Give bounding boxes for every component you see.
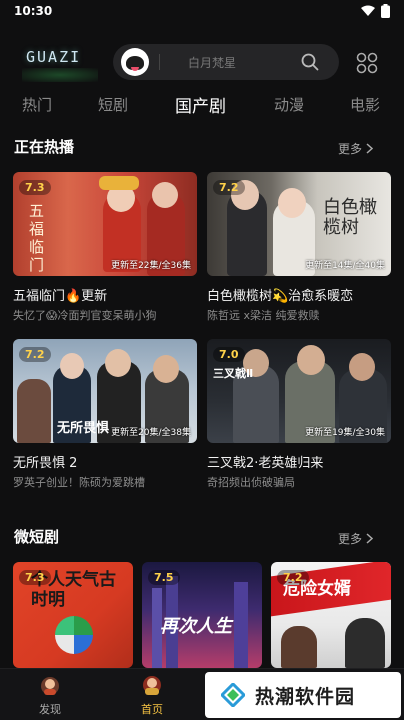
watermark-logo-icon <box>221 683 245 707</box>
discover-icon <box>41 677 59 695</box>
status-bar: 10:30 <box>0 0 404 22</box>
app-logo[interactable]: GUAZI <box>21 48 99 82</box>
nav-home[interactable]: 首页 <box>127 673 177 717</box>
watermark-badge: 热潮软件园 <box>205 672 401 718</box>
home-icon <box>143 676 161 695</box>
poster-title-art: 三叉戟Ⅱ <box>213 367 254 380</box>
card-subtitle: 陈哲远 x梁洁 纯爱救赎 <box>207 309 320 322</box>
card-subtitle: 失忆了😱冷面判官变呆萌小狗 <box>13 309 157 322</box>
micro-drama-card[interactable]: 再次人生 7.5 <box>142 562 262 668</box>
episode-progress: 更新至22集/全36集 <box>111 261 191 271</box>
tab-domestic-drama[interactable]: 国产剧 <box>175 92 226 117</box>
tab-anime[interactable]: 动漫 <box>274 94 304 115</box>
search-icon[interactable] <box>301 53 319 71</box>
watermark-text: 热潮软件园 <box>255 685 356 708</box>
drama-card[interactable]: 五福临门 7.3 更新至22集/全36集 五福临门🔥更新 失忆了😱冷面判官变呆萌… <box>13 172 197 323</box>
rating-badge: 7.2 <box>19 347 51 362</box>
tab-movie[interactable]: 电影 <box>350 94 380 115</box>
rating-badge: 7.0 <box>213 347 245 362</box>
card-title[interactable]: 五福临门🔥更新 <box>13 285 197 304</box>
card-title[interactable]: 白色橄榄树💫治愈系暖恋 <box>207 285 391 304</box>
category-grid-icon[interactable] <box>356 52 378 74</box>
more-micro-button[interactable]: 更多 <box>338 530 374 547</box>
section-title-micro: 微短剧 <box>14 528 60 546</box>
nav-label: 发现 <box>39 703 61 716</box>
search-placeholder[interactable]: 白月梵星 <box>188 54 301 71</box>
rating-badge: 7.3 <box>19 180 51 195</box>
chevron-right-icon <box>366 143 374 154</box>
poster-title-art: 无所畏惧 <box>57 421 110 436</box>
card-subtitle: 罗英子创业！陈硕为爱跳槽 <box>13 476 145 489</box>
mascot-icon <box>121 48 149 76</box>
episode-progress: 更新至14集/全40集 <box>305 261 385 271</box>
episode-progress: 更新至20集/全38集 <box>111 428 191 438</box>
section-title-hot: 正在热播 <box>14 138 75 156</box>
micro-drama-card[interactable]: 个人天气古时明 7.3 <box>13 562 133 668</box>
search-bar[interactable]: 白月梵星 <box>113 44 339 80</box>
search-divider <box>159 54 160 70</box>
episode-progress: 更新至19集/全30集 <box>305 428 385 438</box>
battery-icon <box>381 4 390 18</box>
more-hot-button[interactable]: 更多 <box>338 140 374 157</box>
rating-badge: 7.2 <box>277 570 309 585</box>
poster-title-art: 再次人生 <box>160 616 232 637</box>
drama-card[interactable]: 无所畏惧 7.2 更新至20集/全38集 无所畏惧 2 罗英子创业！陈硕为爱跳槽 <box>13 339 197 490</box>
rating-badge: 7.5 <box>148 570 180 585</box>
card-title[interactable]: 三叉戟2·老英雄归来 <box>207 452 391 471</box>
card-subtitle: 奇招频出侦破骗局 <box>207 476 295 489</box>
nav-label: 首页 <box>141 703 163 716</box>
micro-drama-card[interactable]: 危险女婿 7.2 <box>271 562 391 668</box>
wifi-icon <box>361 5 375 16</box>
poster-thumbnail[interactable]: 无所畏惧 7.2 更新至20集/全38集 <box>13 339 197 443</box>
drama-card[interactable]: 三叉戟Ⅱ 7.0 更新至19集/全30集 三叉戟2·老英雄归来 奇招频出侦破骗局 <box>207 339 391 490</box>
tab-short[interactable]: 短剧 <box>98 94 128 115</box>
rating-badge: 7.3 <box>19 570 51 585</box>
status-icons <box>361 4 390 18</box>
chevron-right-icon <box>366 533 374 544</box>
card-title[interactable]: 无所畏惧 2 <box>13 452 197 471</box>
rating-badge: 7.2 <box>213 180 245 195</box>
more-label: 更多 <box>338 142 363 156</box>
poster-title-art: 白色橄榄树 <box>323 197 377 238</box>
drama-card[interactable]: 白色橄榄树 7.2 更新至14集/全40集 白色橄榄树💫治愈系暖恋 陈哲远 x梁… <box>207 172 391 323</box>
status-time: 10:30 <box>14 4 53 18</box>
poster-thumbnail[interactable]: 白色橄榄树 7.2 更新至14集/全40集 <box>207 172 391 276</box>
nav-discover[interactable]: 发现 <box>25 673 75 717</box>
poster-thumbnail[interactable]: 三叉戟Ⅱ 7.0 更新至19集/全30集 <box>207 339 391 443</box>
poster-thumbnail[interactable]: 五福临门 7.3 更新至22集/全36集 <box>13 172 197 276</box>
poster-title-art: 五福临门 <box>29 202 45 274</box>
category-tabs: 热门 短剧 国产剧 动漫 电影 <box>0 94 404 122</box>
more-label: 更多 <box>338 532 363 546</box>
tab-hot[interactable]: 热门 <box>22 94 52 115</box>
top-bar: GUAZI 白月梵星 <box>0 42 404 82</box>
